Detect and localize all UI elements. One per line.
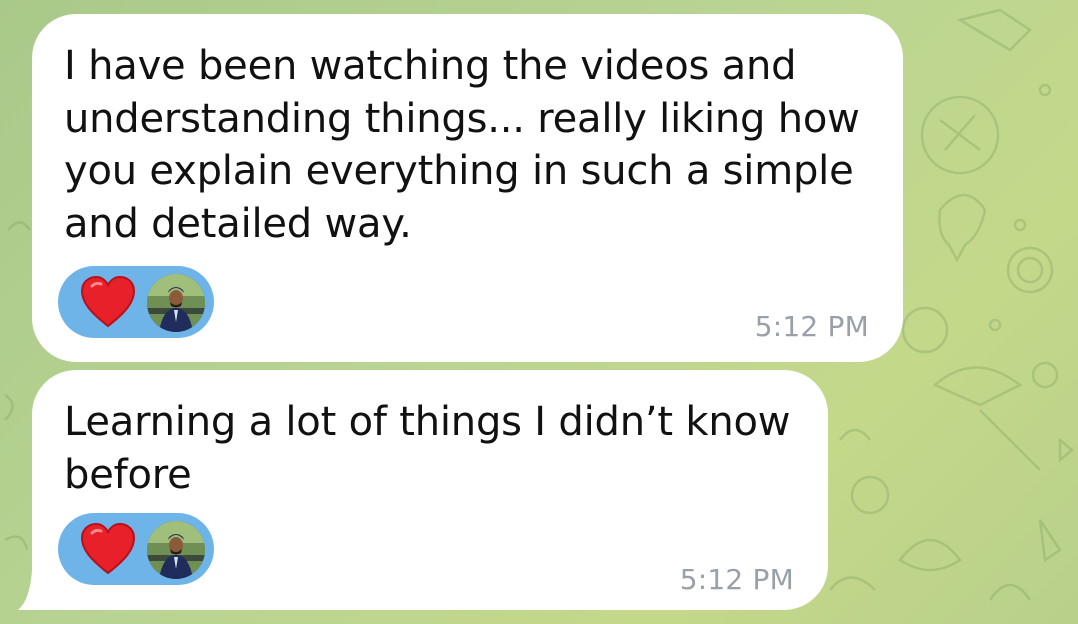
reaction-pill[interactable] <box>58 513 214 585</box>
message-bubble[interactable]: Learning a lot of things I didn’t know b… <box>32 370 828 610</box>
heart-icon <box>80 276 136 328</box>
reactor-avatar[interactable] <box>147 274 205 332</box>
message-time: 5:12 PM <box>679 563 794 596</box>
heart-icon <box>80 523 136 575</box>
message-text: Learning a lot of things I didn’t know b… <box>64 399 791 498</box>
message-time: 5:12 PM <box>754 310 869 343</box>
message-text: I have been watching the videos and unde… <box>64 43 860 247</box>
reactor-avatar[interactable] <box>147 521 205 579</box>
message-bubble[interactable]: I have been watching the videos and unde… <box>32 14 903 362</box>
reaction-pill[interactable] <box>58 266 214 338</box>
